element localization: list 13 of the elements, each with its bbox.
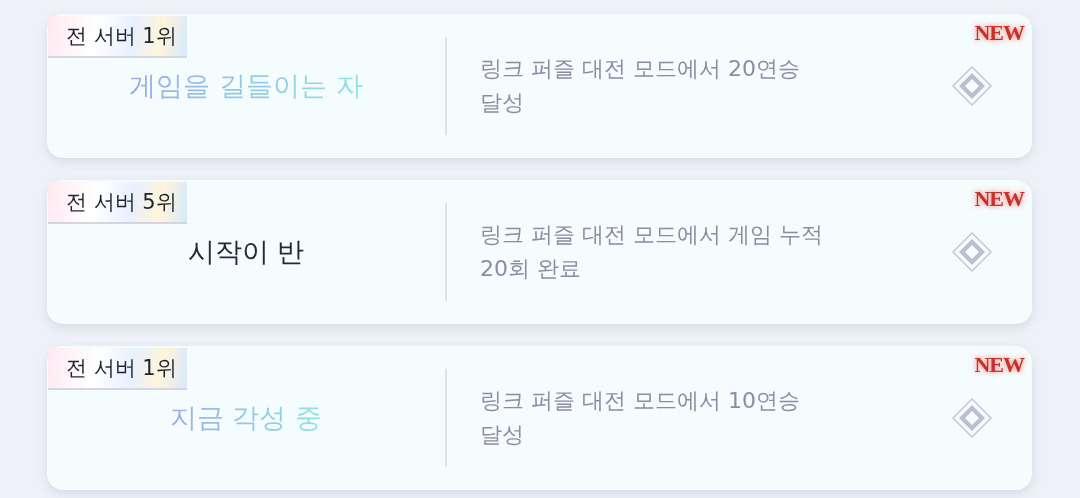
achievement-title: 시작이 반 [187,235,305,269]
rank-tag: 전 서버 5위 [48,182,187,222]
diamond-icon [950,64,994,108]
new-label: NEW [974,20,1024,46]
new-label: NEW [974,186,1024,212]
diamond-icon [950,230,994,274]
diamond-icon [950,396,994,440]
achievement-description: 링크 퍼즐 대전 모드에서 게임 누적 20회 완료 [479,221,824,283]
new-label: NEW [974,352,1024,378]
achievement-description: 링크 퍼즐 대전 모드에서 10연승 달성 [479,387,801,449]
achievement-description: 링크 퍼즐 대전 모드에서 20연승 달성 [479,55,801,117]
rank-tag: 전 서버 1위 [48,348,187,388]
rank-tag: 전 서버 1위 [48,16,187,56]
